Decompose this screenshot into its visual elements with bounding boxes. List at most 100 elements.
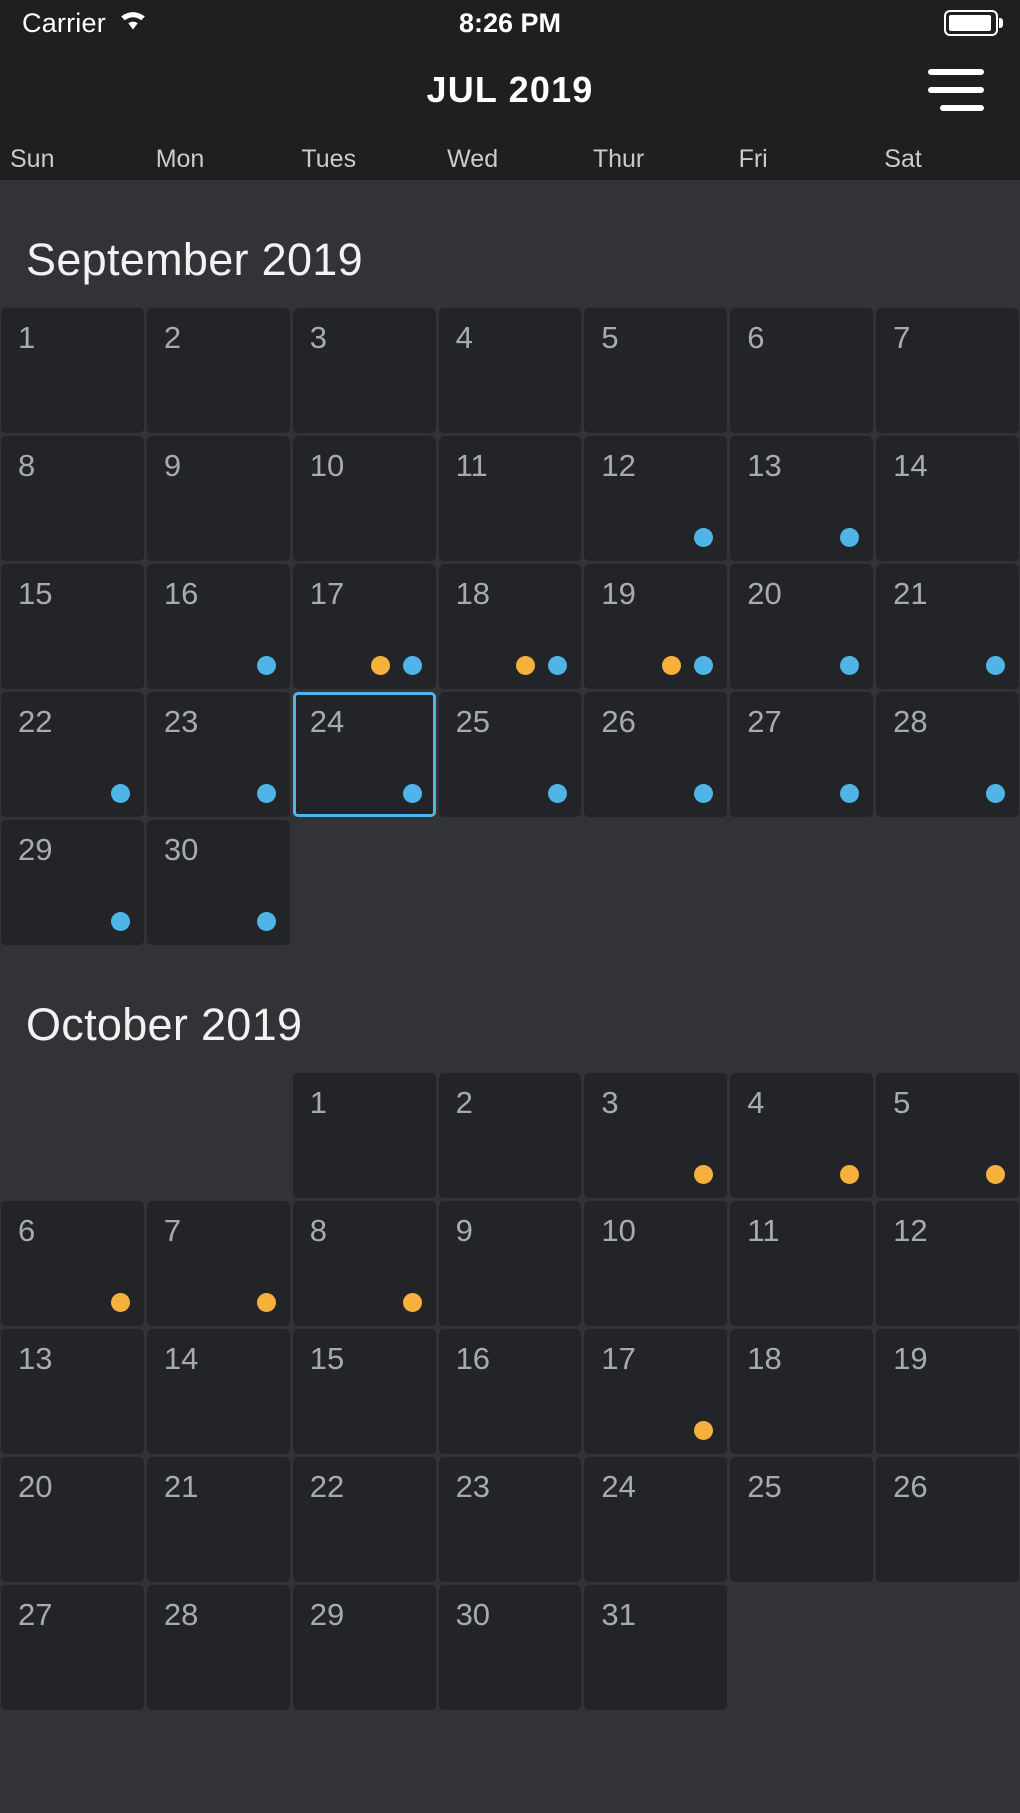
day-cell[interactable]: 19 (876, 1329, 1019, 1454)
day-cell[interactable]: 21 (876, 564, 1019, 689)
day-cell[interactable]: 15 (1, 564, 144, 689)
day-number: 3 (601, 1085, 619, 1120)
day-number: 8 (18, 448, 36, 483)
day-cell[interactable]: 17 (292, 564, 436, 689)
day-cell[interactable]: 29 (1, 820, 144, 945)
weekday-header: Sun Mon Tues Wed Thur Fri Sat (0, 134, 1020, 180)
day-number: 31 (601, 1597, 636, 1632)
day-number: 6 (747, 320, 765, 355)
day-cell[interactable]: 18 (730, 1329, 874, 1454)
day-number: 23 (455, 1469, 491, 1504)
weekday-sun: Sun (10, 145, 55, 173)
hamburger-bar-2 (928, 87, 984, 93)
event-dots (548, 784, 568, 803)
event-dots (110, 784, 130, 803)
day-cell[interactable]: 27 (1, 1585, 144, 1710)
day-cell[interactable]: 2 (146, 308, 290, 433)
day-number: 30 (455, 1597, 491, 1632)
day-cell[interactable]: 10 (292, 436, 436, 561)
day-cell[interactable]: 21 (146, 1457, 290, 1582)
day-cell-selected[interactable]: 24 (292, 692, 436, 817)
day-cell[interactable]: 8 (1, 436, 144, 561)
day-cell[interactable]: 3 (292, 308, 436, 433)
day-cell[interactable]: 31 (584, 1585, 728, 1710)
event-dot-blue (840, 656, 860, 675)
day-cell[interactable]: 13 (1, 1329, 144, 1454)
day-cell[interactable]: 15 (292, 1329, 436, 1454)
day-cell[interactable]: 28 (146, 1585, 290, 1710)
day-cell[interactable]: 5 (584, 308, 728, 433)
day-number: 11 (747, 1213, 780, 1248)
event-dots (694, 1421, 714, 1440)
calendar-scroll-body[interactable]: September 2019 1 2 3 4 5 6 7 8 9 10 11 12 13 14 15 16 17 1… (0, 180, 1020, 1813)
day-cell[interactable]: 14 (876, 436, 1019, 561)
day-cell[interactable]: 10 (584, 1201, 728, 1326)
day-cell[interactable]: 7 (146, 1201, 290, 1326)
day-cell[interactable]: 16 (438, 1329, 582, 1454)
event-dot-blue (986, 784, 1005, 803)
day-cell[interactable]: 19 (584, 564, 728, 689)
day-cell[interactable]: 4 (730, 1073, 874, 1198)
day-cell[interactable]: 23 (438, 1457, 582, 1582)
day-number: 2 (455, 1085, 473, 1120)
day-cell[interactable]: 26 (876, 1457, 1019, 1582)
day-cell[interactable]: 6 (1, 1201, 144, 1326)
day-cell[interactable]: 18 (438, 564, 582, 689)
day-cell[interactable]: 20 (1, 1457, 144, 1582)
day-cell[interactable]: 26 (584, 692, 728, 817)
day-number: 1 (309, 1085, 327, 1120)
day-number: 8 (309, 1213, 327, 1248)
day-cell[interactable]: 22 (292, 1457, 436, 1582)
day-cell[interactable]: 7 (876, 308, 1019, 433)
day-cell[interactable]: 9 (438, 1201, 582, 1326)
event-dots (986, 784, 1005, 803)
day-cell[interactable]: 25 (730, 1457, 874, 1582)
day-cell[interactable]: 12 (876, 1201, 1019, 1326)
hamburger-menu-icon[interactable] (928, 69, 984, 111)
day-cell[interactable]: 22 (1, 692, 144, 817)
day-number: 24 (309, 704, 345, 739)
event-dot-blue (402, 784, 422, 803)
day-cell[interactable]: 8 (292, 1201, 436, 1326)
day-cell[interactable]: 2 (438, 1073, 582, 1198)
day-cell[interactable]: 9 (146, 436, 290, 561)
day-cell[interactable]: 30 (438, 1585, 582, 1710)
day-cell[interactable]: 14 (146, 1329, 290, 1454)
day-number: 25 (455, 704, 491, 739)
day-number: 6 (18, 1213, 36, 1248)
day-cell[interactable]: 17 (584, 1329, 728, 1454)
day-cell[interactable]: 24 (584, 1457, 728, 1582)
day-cell[interactable]: 1 (1, 308, 144, 433)
day-number: 5 (893, 1085, 911, 1120)
event-dots (694, 528, 714, 547)
day-cell[interactable]: 13 (730, 436, 874, 561)
day-cell[interactable]: 27 (730, 692, 874, 817)
event-dot-blue (256, 912, 276, 931)
day-number: 9 (163, 448, 182, 483)
event-dots (110, 1293, 130, 1312)
day-cell[interactable]: 30 (146, 820, 290, 945)
day-number: 24 (601, 1469, 636, 1504)
event-dot-blue (986, 656, 1005, 675)
day-number: 13 (747, 448, 782, 483)
day-cell[interactable]: 5 (876, 1073, 1019, 1198)
day-cell[interactable]: 28 (876, 692, 1019, 817)
day-cell[interactable]: 20 (730, 564, 874, 689)
day-cell[interactable]: 16 (146, 564, 290, 689)
event-dot-blue (256, 784, 276, 803)
month-title: September 2019 (26, 234, 363, 285)
day-cell[interactable]: 25 (438, 692, 582, 817)
day-cell[interactable]: 11 (730, 1201, 874, 1326)
day-cell[interactable]: 3 (584, 1073, 728, 1198)
day-cell[interactable]: 11 (438, 436, 582, 561)
nav-bar: JUL 2019 (0, 46, 1020, 134)
day-cell[interactable]: 23 (146, 692, 290, 817)
day-number: 7 (893, 320, 911, 355)
day-number: 10 (309, 448, 345, 483)
event-dots (840, 528, 860, 547)
day-cell[interactable]: 4 (438, 308, 582, 433)
day-cell[interactable]: 12 (584, 436, 728, 561)
day-cell[interactable]: 29 (292, 1585, 436, 1710)
day-cell[interactable]: 1 (292, 1073, 436, 1198)
day-cell[interactable]: 6 (730, 308, 874, 433)
